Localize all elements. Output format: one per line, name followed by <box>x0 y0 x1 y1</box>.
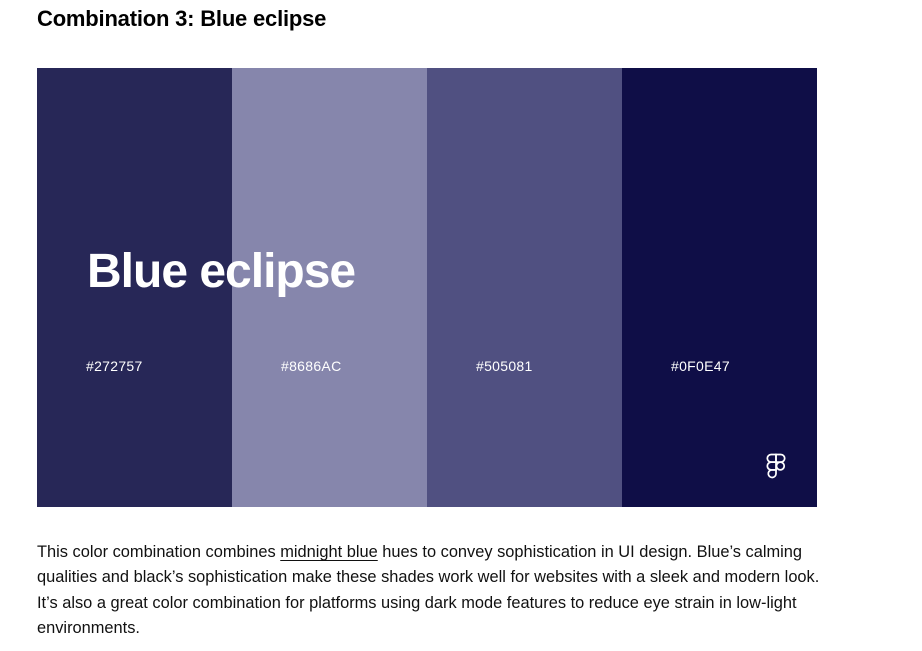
swatch-hex-label: #272757 <box>86 358 143 374</box>
color-palette-card: #272757 #8686AC #505081 #0F0E47 Blue ecl… <box>37 68 817 507</box>
figma-icon <box>766 453 786 479</box>
description-paragraph: This color combination combines midnight… <box>37 540 837 642</box>
section-heading: Combination 3: Blue eclipse <box>37 6 327 31</box>
midnight-blue-link[interactable]: midnight blue <box>280 543 378 561</box>
paragraph-text: This color combination combines <box>37 543 281 561</box>
swatch-hex-label: #8686AC <box>281 358 342 374</box>
swatch-hex-label: #0F0E47 <box>671 358 730 374</box>
swatch-hex-label: #505081 <box>476 358 533 374</box>
color-swatch: #505081 <box>427 68 622 507</box>
color-swatch: #0F0E47 <box>622 68 817 507</box>
palette-title: Blue eclipse <box>87 245 356 298</box>
